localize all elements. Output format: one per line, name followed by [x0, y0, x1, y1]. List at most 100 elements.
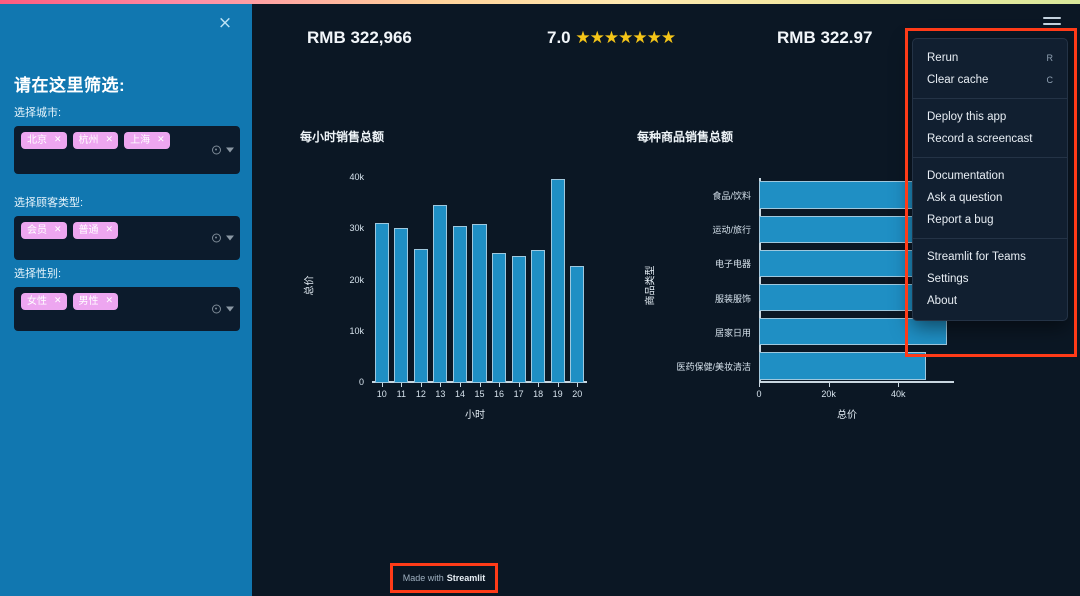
- menu-item-label: Settings: [927, 273, 969, 285]
- x-tick-label: 10: [376, 389, 387, 399]
- y-tick-label: 服装服饰: [714, 293, 751, 304]
- tag-label: 女性: [27, 296, 47, 307]
- x-axis-line: [759, 381, 954, 383]
- bar: [759, 352, 927, 380]
- x-tick-label: 14: [454, 389, 465, 399]
- close-icon[interactable]: ×: [216, 15, 234, 33]
- tag-label: 男性: [78, 296, 99, 307]
- clear-all-icon[interactable]: [212, 304, 221, 314]
- chevron-down-icon[interactable]: [226, 235, 234, 241]
- remove-icon[interactable]: ✕: [106, 222, 114, 239]
- x-tick-label: 0: [756, 389, 762, 399]
- remove-icon[interactable]: ✕: [54, 293, 62, 310]
- filter-label-gender: 选择性别:: [14, 268, 62, 280]
- remove-icon[interactable]: ✕: [54, 222, 62, 239]
- y-tick-label: 40k: [349, 172, 364, 182]
- menu-item-settings[interactable]: Settings: [913, 268, 1067, 290]
- x-tick-mark: [898, 383, 900, 387]
- filter-group-city: 选择城市: 北京 ✕ 杭州 ✕ 上海 ✕: [14, 104, 240, 174]
- filter-label-city: 选择城市:: [14, 107, 62, 119]
- menu-item-about[interactable]: About: [913, 290, 1067, 312]
- bar: [531, 249, 546, 383]
- x-tick-mark: [759, 383, 760, 387]
- metric-value: 7.0 ★★★★★★★: [547, 28, 676, 48]
- x-tick-mark: [401, 383, 403, 387]
- menu-item-rerun[interactable]: Rerun R: [913, 47, 1067, 69]
- bar: [570, 265, 585, 383]
- app-root: × 请在这里筛选: 选择城市: 北京 ✕ 杭州 ✕ 上海 ✕ 选择顾客类型: 会…: [0, 0, 1080, 596]
- hamburger-menu-icon[interactable]: [1043, 17, 1061, 31]
- tag-label: 上海: [130, 135, 151, 146]
- tag-label: 杭州: [78, 135, 99, 146]
- chevron-down-icon[interactable]: [226, 147, 234, 153]
- menu-item-streamlit-for-teams[interactable]: Streamlit for Teams: [913, 246, 1067, 268]
- clear-all-icon[interactable]: [212, 145, 221, 155]
- remove-icon[interactable]: ✕: [106, 293, 114, 310]
- multiselect-controls: [212, 233, 234, 243]
- filter-group-customer-type: 选择顾客类型: 会员 ✕ 普通 ✕: [14, 194, 240, 260]
- tag-city-1[interactable]: 杭州 ✕: [72, 132, 119, 149]
- bar: [511, 256, 526, 383]
- metric-rating-number: 7.0: [547, 28, 571, 47]
- tag-label: 北京: [27, 135, 47, 146]
- hamburger-bar: [1043, 17, 1061, 19]
- menu-item-label: Documentation: [927, 170, 1005, 182]
- x-tick-mark: [459, 383, 461, 387]
- menu-item-label: Rerun: [927, 52, 959, 64]
- y-tick-label: 医药保健/美妆清洁: [676, 361, 751, 372]
- tag-gender-0[interactable]: 女性 ✕: [21, 293, 67, 310]
- multiselect-gender[interactable]: 女性 ✕ 男性 ✕: [14, 287, 240, 331]
- bar: [374, 222, 389, 383]
- menu-item-label: Streamlit for Teams: [927, 251, 1026, 263]
- chart-title: 每小时销售总额: [300, 130, 385, 144]
- x-tick-label: 16: [494, 389, 505, 399]
- remove-icon[interactable]: ✕: [106, 132, 114, 149]
- menu-item-ask-a-question[interactable]: Ask a question: [913, 187, 1067, 209]
- x-tick-mark: [577, 383, 579, 387]
- menu-item-label: Report a bug: [927, 214, 994, 226]
- menu-item-documentation[interactable]: Documentation: [913, 165, 1067, 187]
- x-tick-label: 19: [552, 389, 563, 399]
- tag-city-0[interactable]: 北京 ✕: [21, 132, 67, 149]
- plot-area-hourly: 0 10k 20k 30k 40k 10 11 12 13 14 15 16 17 18 19 20: [349, 172, 587, 399]
- tag-label: 普通: [78, 225, 99, 236]
- filter-label-customer-type: 选择顾客类型:: [14, 197, 84, 209]
- menu-item-clear-cache[interactable]: Clear cache C: [913, 69, 1067, 91]
- made-with-streamlit-footer[interactable]: Made with Streamlit: [398, 567, 490, 588]
- multiselect-controls: [212, 145, 234, 155]
- x-tick-mark: [479, 383, 481, 387]
- bar: [550, 179, 565, 383]
- x-tick-mark: [518, 383, 520, 387]
- x-tick-label: 17: [513, 389, 524, 399]
- tag-customer-1[interactable]: 普通 ✕: [72, 222, 119, 239]
- footer-prefix: Made with: [402, 572, 444, 583]
- chevron-down-icon[interactable]: [226, 306, 234, 312]
- tag-gender-1[interactable]: 男性 ✕: [72, 293, 119, 310]
- tag-label: 会员: [27, 225, 47, 236]
- metric-value: RMB 322,966: [307, 28, 412, 47]
- clear-all-icon[interactable]: [212, 233, 221, 243]
- menu-item-label: Ask a question: [927, 192, 1003, 204]
- sidebar: × 请在这里筛选: 选择城市: 北京 ✕ 杭州 ✕ 上海 ✕ 选择顾客类型: 会…: [0, 0, 252, 596]
- main-menu-dropdown[interactable]: Rerun R Clear cache C Deploy this app Record …: [912, 38, 1068, 321]
- y-tick-label: 0: [358, 377, 364, 387]
- menu-item-shortcut: C: [1046, 75, 1054, 85]
- menu-item-report-a-bug[interactable]: Report a bug: [913, 209, 1067, 231]
- hamburger-bar: [1043, 29, 1061, 31]
- tag-city-2[interactable]: 上海 ✕: [124, 132, 170, 149]
- x-tick-label: 20: [572, 389, 583, 399]
- menu-item-label: Record a screencast: [927, 133, 1033, 145]
- menu-item-deploy-this-app[interactable]: Deploy this app: [913, 106, 1067, 128]
- multiselect-customer-type[interactable]: 会员 ✕ 普通 ✕: [14, 216, 240, 260]
- menu-item-record-a-screencast[interactable]: Record a screencast: [913, 128, 1067, 150]
- remove-icon[interactable]: ✕: [54, 132, 62, 149]
- main-content: 总销售额: RMB 322,966 平均评分: 7.0 ★★★★★★★ 平均销售…: [252, 0, 1080, 596]
- tag-customer-0[interactable]: 会员 ✕: [21, 222, 67, 239]
- bar: [452, 225, 467, 383]
- bar: [472, 224, 487, 383]
- remove-icon[interactable]: ✕: [157, 132, 165, 149]
- y-tick-label: 食品/饮料: [712, 191, 751, 202]
- x-tick-mark: [828, 383, 830, 387]
- multiselect-city[interactable]: 北京 ✕ 杭州 ✕ 上海 ✕: [14, 126, 240, 174]
- footer-brand: Streamlit: [446, 572, 486, 583]
